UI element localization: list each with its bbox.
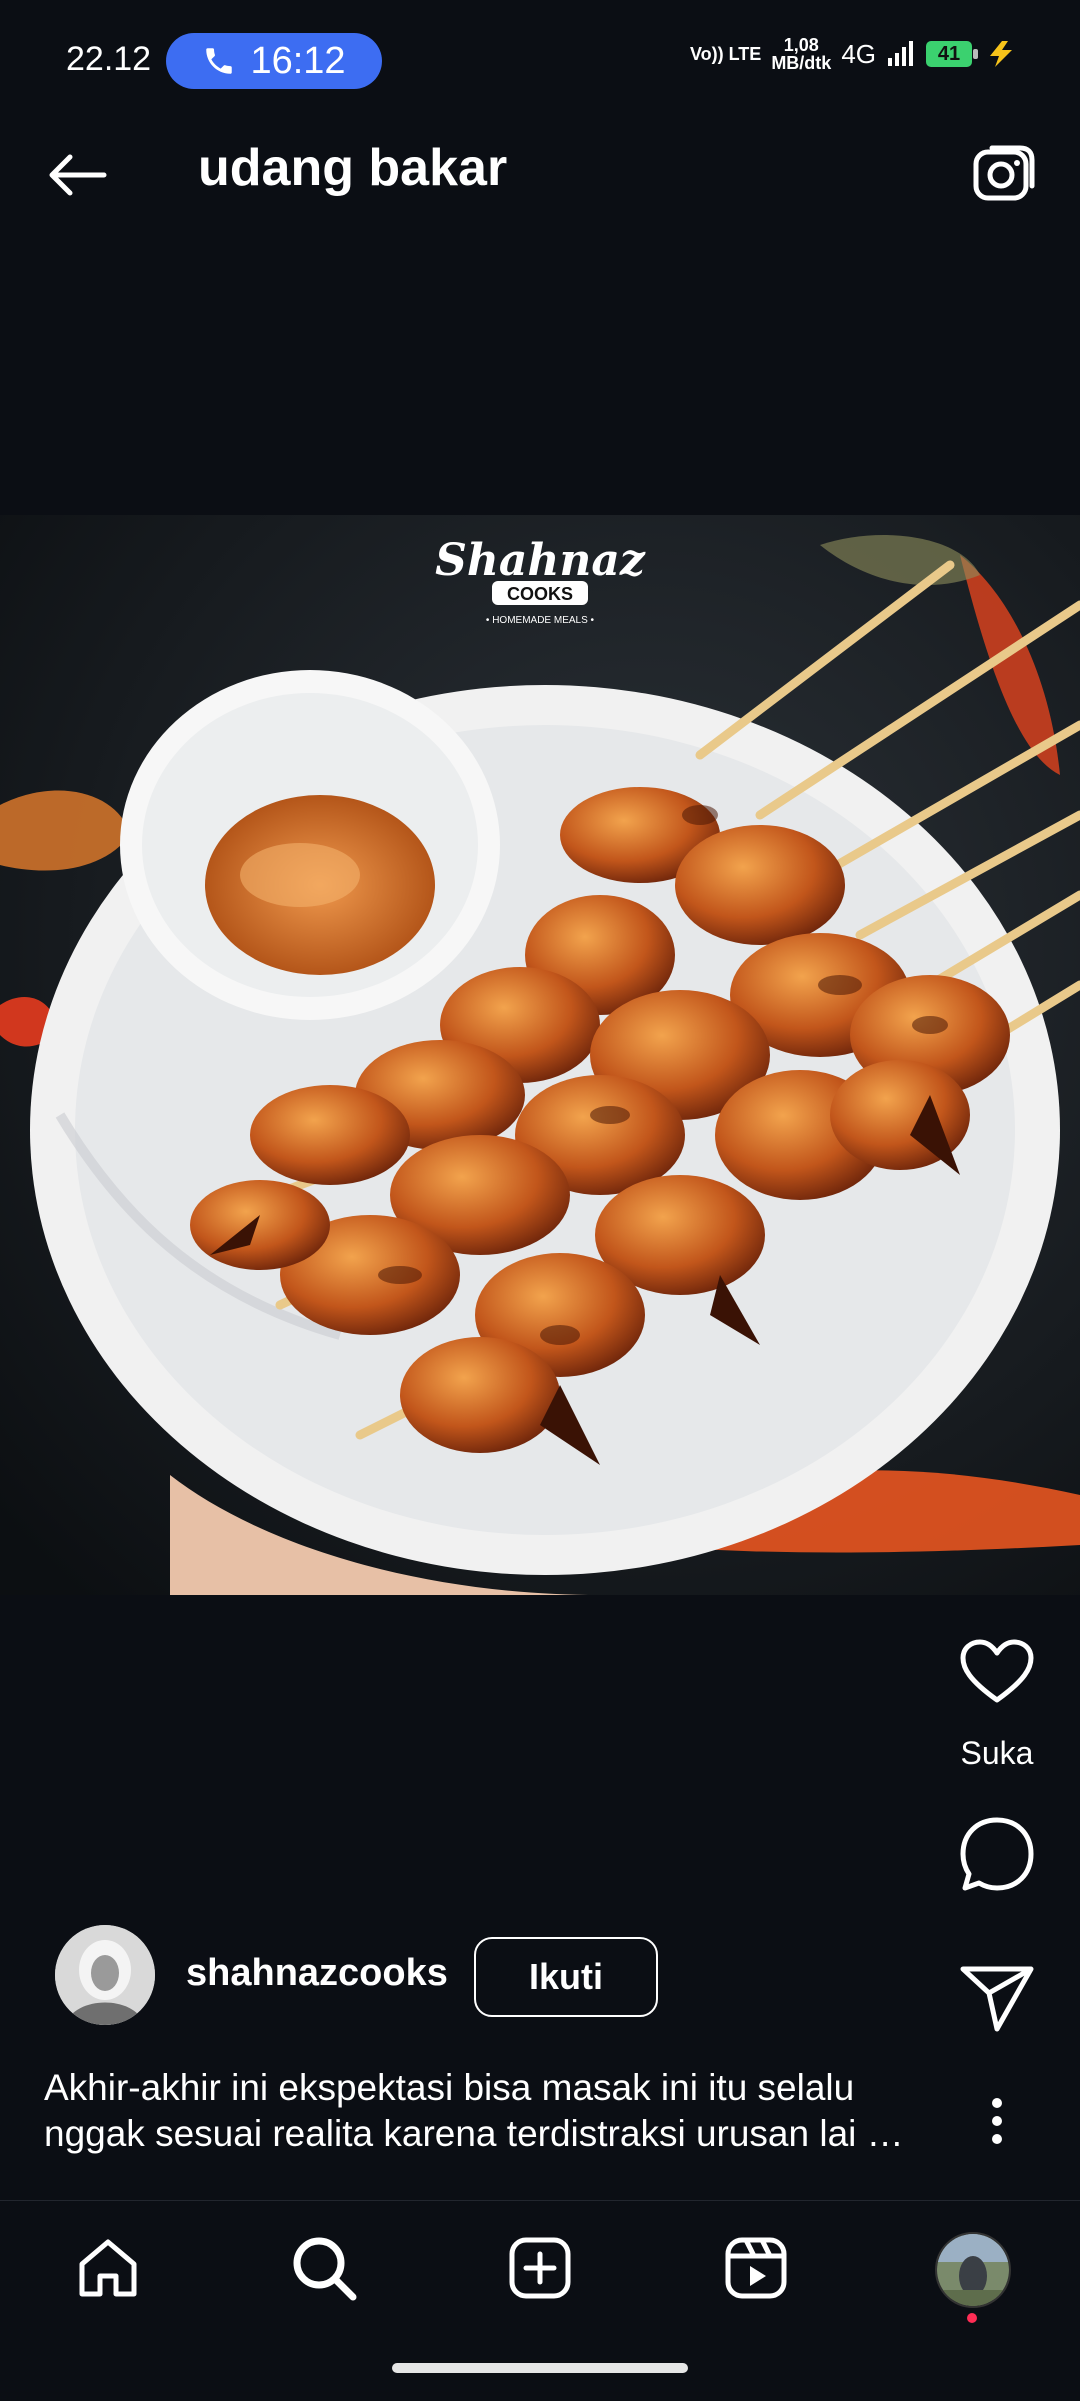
camera-button[interactable] xyxy=(964,136,1044,210)
nav-reels[interactable] xyxy=(706,2228,806,2308)
camera-icon xyxy=(973,145,1035,201)
status-time: 22.12 xyxy=(66,40,152,78)
nav-home[interactable] xyxy=(58,2228,158,2308)
network-speed: 1,08 MB/dtk xyxy=(771,35,832,73)
call-duration: 16:12 xyxy=(250,39,346,82)
plus-square-icon xyxy=(509,2237,571,2299)
like-label: Suka xyxy=(960,1735,1034,1771)
back-button[interactable] xyxy=(36,140,116,210)
more-options-button[interactable] xyxy=(972,2088,1022,2154)
home-indicator[interactable] xyxy=(392,2363,688,2373)
back-arrow-icon xyxy=(49,154,107,196)
signal-icon xyxy=(888,41,913,66)
page-title: udang bakar xyxy=(198,139,508,197)
author-avatar[interactable] xyxy=(55,1925,155,2025)
comment-icon xyxy=(960,1817,1034,1891)
nav-profile[interactable] xyxy=(935,2232,1011,2308)
battery-icon: 41 xyxy=(926,41,978,67)
comment-button[interactable] xyxy=(955,1812,1039,1896)
post-photo[interactable]: Shahnaz COOKS • HOMEMADE MEALS • xyxy=(0,515,1080,1595)
notification-dot xyxy=(967,2313,977,2323)
more-vertical-icon xyxy=(992,2098,1002,2144)
post-caption[interactable]: Akhir-akhir ini ekspektasi bisa masak in… xyxy=(44,2065,944,2157)
status-icons: Vo)) LTE 1,08 MB/dtk 4G 41 xyxy=(690,36,1020,72)
nav-search[interactable] xyxy=(274,2228,374,2308)
like-button[interactable] xyxy=(955,1630,1039,1714)
author-username[interactable]: shahnazcooks xyxy=(186,1952,448,1995)
search-icon xyxy=(293,2237,357,2301)
volte-indicator: Vo)) LTE xyxy=(689,44,762,64)
network-type: 4G xyxy=(841,38,876,69)
ongoing-call-pill[interactable]: 16:12 xyxy=(166,33,382,89)
home-icon xyxy=(79,2239,137,2297)
nav-create[interactable] xyxy=(490,2228,590,2308)
profile-avatar xyxy=(937,2234,1009,2306)
svg-text:• HOMEMADE MEALS •: • HOMEMADE MEALS • xyxy=(486,615,595,626)
share-button[interactable] xyxy=(955,1956,1039,2040)
grilled-shrimp-image: Shahnaz COOKS • HOMEMADE MEALS • xyxy=(0,515,1080,1595)
phone-icon xyxy=(206,48,233,74)
send-icon xyxy=(960,1966,1034,2032)
follow-button[interactable]: Ikuti xyxy=(474,1937,658,2017)
charging-bolt-icon xyxy=(990,41,1012,67)
author-avatar-image xyxy=(55,1925,155,2025)
svg-text:Shahnaz: Shahnaz xyxy=(435,535,646,586)
svg-text:COOKS: COOKS xyxy=(507,584,573,604)
reels-icon xyxy=(725,2237,787,2299)
heart-icon xyxy=(960,1639,1034,1703)
